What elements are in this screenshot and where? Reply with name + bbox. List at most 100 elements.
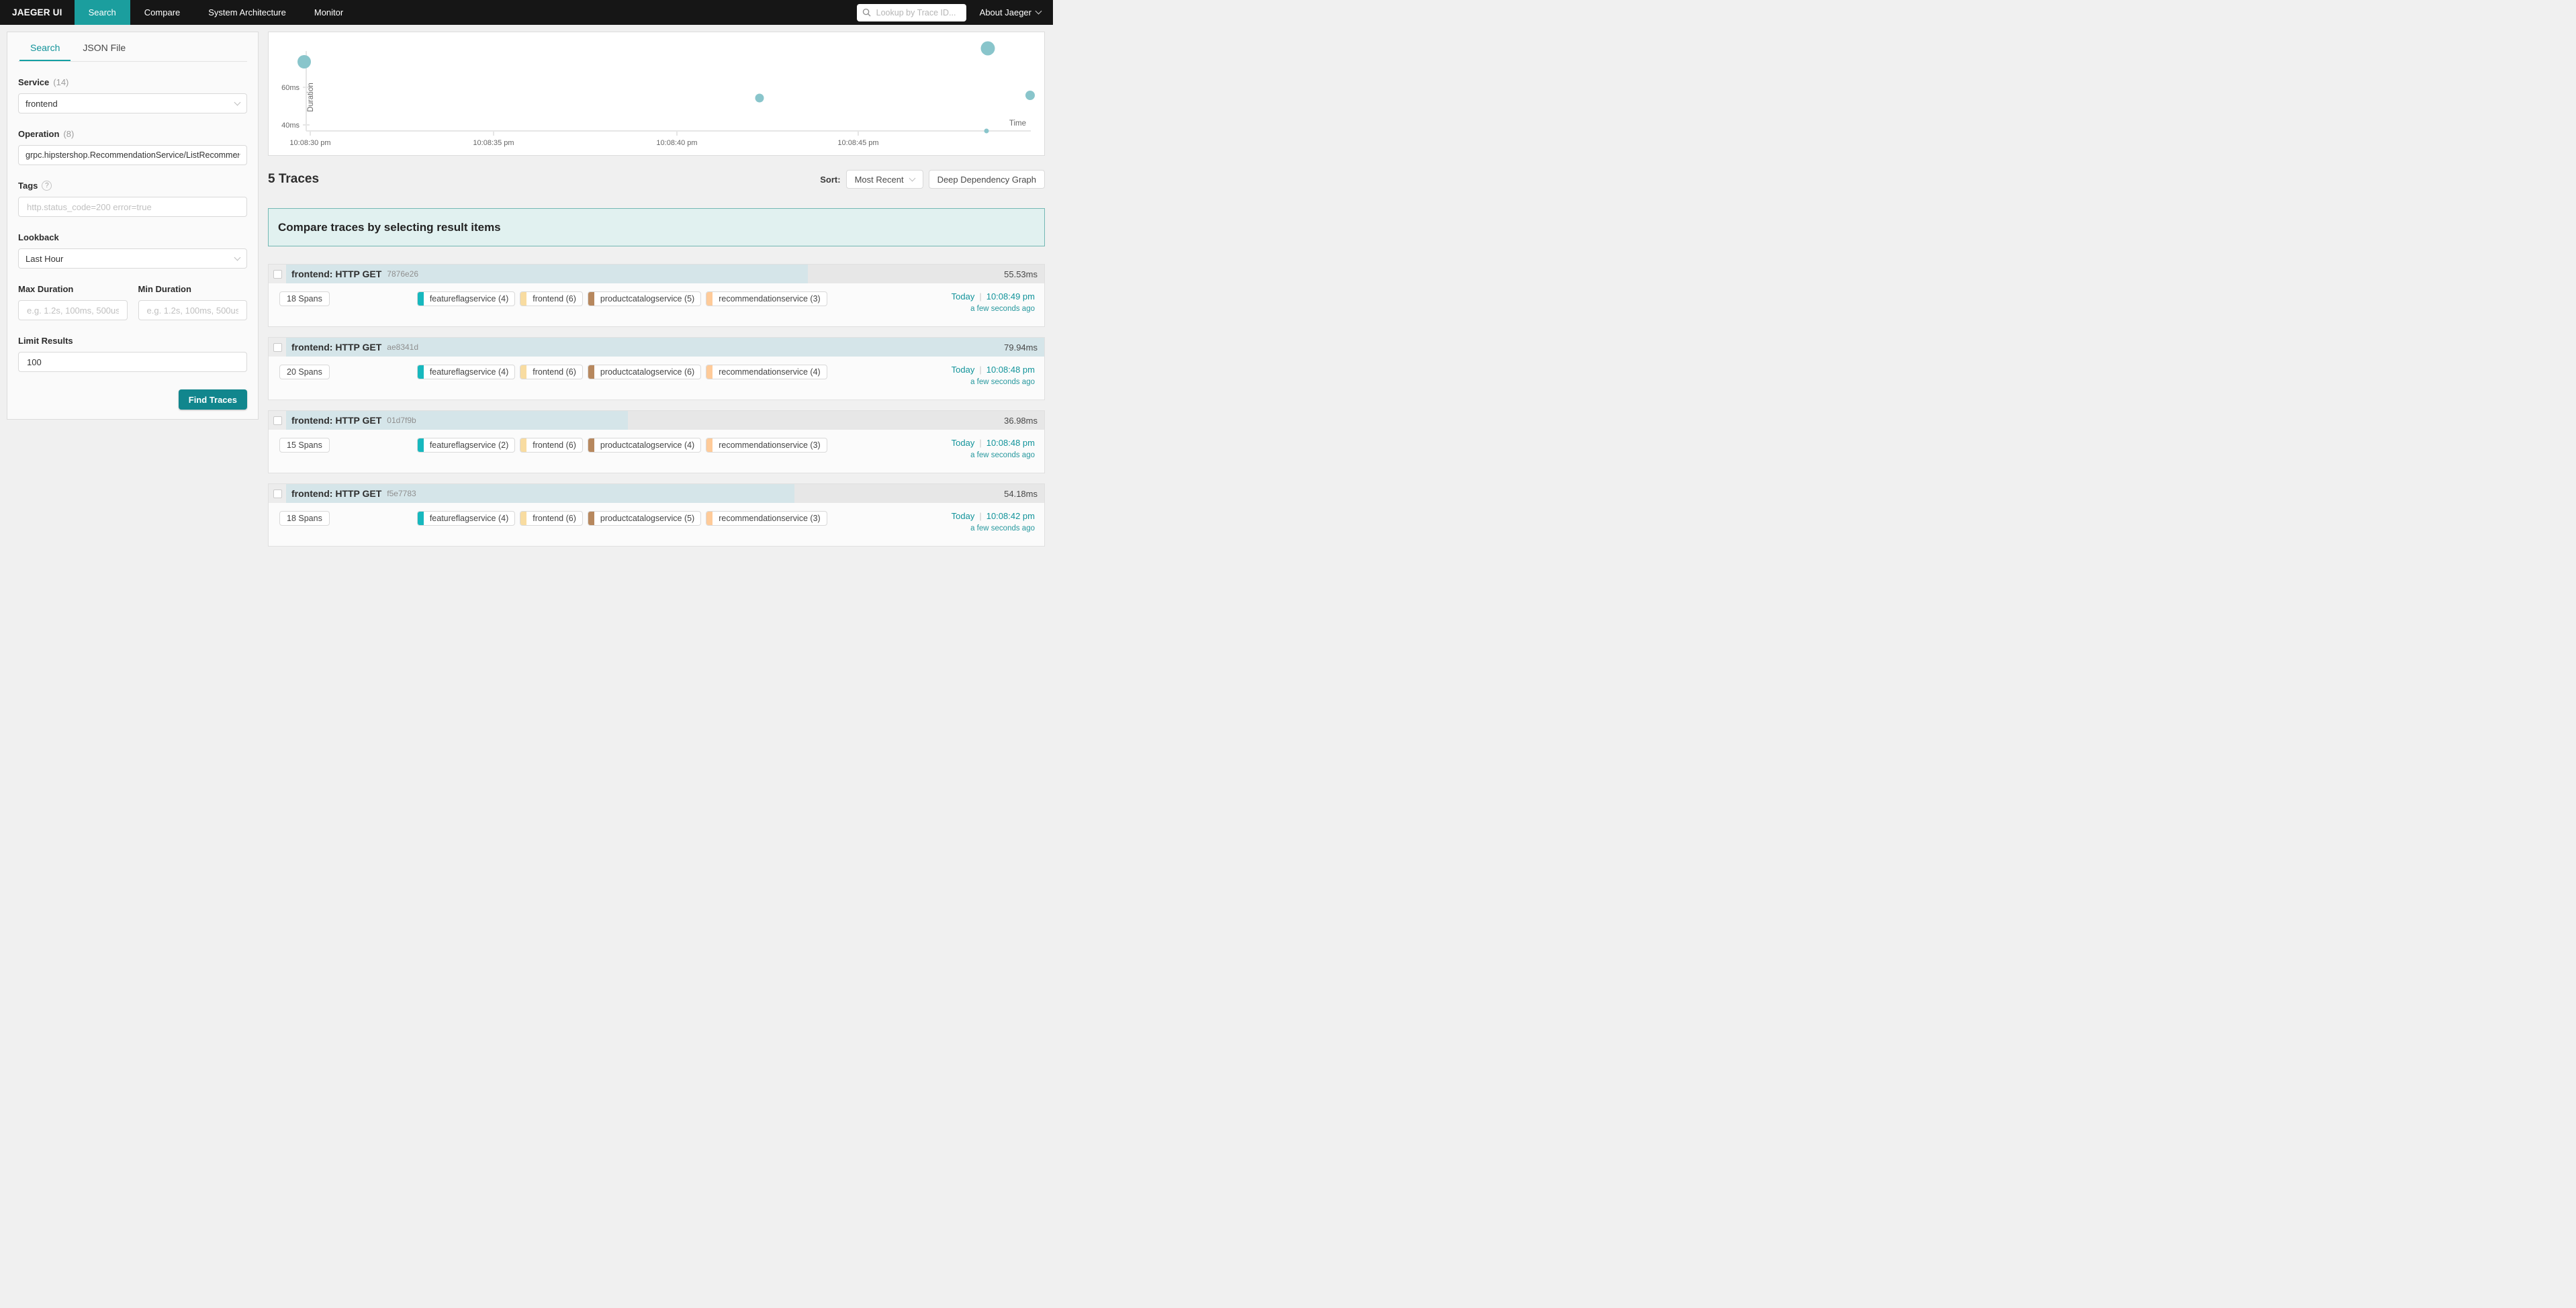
x-tick-label: 10:08:35 pm bbox=[473, 139, 514, 147]
trace-title[interactable]: frontend: HTTP GET7876e26 bbox=[291, 265, 418, 283]
service-tag-label: frontend (6) bbox=[526, 292, 582, 306]
trace-date-link[interactable]: Today bbox=[952, 438, 975, 448]
trace-lookup-input[interactable] bbox=[875, 7, 961, 18]
service-tag-label: recommendationservice (3) bbox=[712, 438, 826, 452]
find-traces-button[interactable]: Find Traces bbox=[179, 389, 247, 410]
service-color-chip bbox=[588, 292, 594, 306]
lookback-select[interactable]: Last Hour bbox=[18, 248, 247, 269]
span-count-pill[interactable]: 18 Spans bbox=[279, 291, 330, 306]
trace-select-checkbox[interactable] bbox=[273, 416, 282, 425]
trace-time-link[interactable]: 10:08:42 pm bbox=[986, 511, 1035, 521]
scatter-point[interactable] bbox=[755, 94, 764, 103]
tags-field[interactable] bbox=[18, 197, 247, 217]
span-count-pill[interactable]: 18 Spans bbox=[279, 511, 330, 526]
span-count-pill[interactable]: 15 Spans bbox=[279, 438, 330, 453]
trace-result-list: frontend: HTTP GET7876e2655.53ms 18 Spans… bbox=[268, 264, 1045, 547]
tags-label: Tags ? bbox=[18, 181, 247, 191]
nav-item-search[interactable]: Search bbox=[75, 0, 130, 25]
service-tag-list: featureflagservice (4) frontend (6) produc… bbox=[417, 511, 952, 526]
service-tag-pill[interactable]: recommendationservice (3) bbox=[706, 438, 827, 453]
tab-search[interactable]: Search bbox=[19, 32, 71, 61]
min-duration-input[interactable] bbox=[146, 305, 240, 316]
service-select[interactable]: frontend bbox=[18, 93, 247, 113]
app-brand[interactable]: JAEGER UI bbox=[0, 0, 75, 25]
service-tag-pill[interactable]: frontend (6) bbox=[520, 511, 583, 526]
checkbox-column bbox=[269, 265, 286, 283]
trace-lookup-box[interactable] bbox=[857, 4, 966, 21]
limit-results-field[interactable] bbox=[18, 352, 247, 372]
scatter-point[interactable] bbox=[981, 42, 995, 56]
span-count-pill[interactable]: 20 Spans bbox=[279, 365, 330, 379]
trace-select-checkbox[interactable] bbox=[273, 489, 282, 498]
service-tag-label: frontend (6) bbox=[526, 365, 582, 379]
help-question-icon[interactable]: ? bbox=[42, 181, 52, 191]
about-jaeger-menu[interactable]: About Jaeger bbox=[980, 7, 1041, 17]
service-tag-label: recommendationservice (4) bbox=[712, 365, 826, 379]
x-axis-label: Time bbox=[1009, 120, 1026, 128]
trace-time-link[interactable]: 10:08:48 pm bbox=[986, 365, 1035, 375]
trace-card-header[interactable]: frontend: HTTP GETf5e778354.18ms bbox=[269, 484, 1044, 503]
trace-time-block: Today|10:08:42 pma few seconds ago bbox=[952, 511, 1038, 532]
service-tag-pill[interactable]: frontend (6) bbox=[520, 291, 583, 306]
tags-input[interactable] bbox=[26, 201, 240, 213]
trace-title[interactable]: frontend: HTTP GETae8341d bbox=[291, 338, 418, 357]
service-tag-pill[interactable]: featureflagservice (4) bbox=[417, 291, 515, 306]
scatter-point[interactable] bbox=[1025, 91, 1035, 100]
operation-select[interactable]: grpc.hipstershop.RecommendationService/L… bbox=[18, 145, 247, 165]
service-tag-pill[interactable]: recommendationservice (4) bbox=[706, 365, 827, 379]
service-tag-pill[interactable]: recommendationservice (3) bbox=[706, 511, 827, 526]
trace-service-operation: frontend: HTTP GET bbox=[291, 342, 381, 353]
trace-date-link[interactable]: Today bbox=[952, 511, 975, 521]
trace-title[interactable]: frontend: HTTP GET01d7f9b bbox=[291, 411, 416, 430]
service-color-chip bbox=[706, 365, 712, 379]
trace-date-link[interactable]: Today bbox=[952, 291, 975, 301]
service-tag-pill[interactable]: productcatalogservice (5) bbox=[588, 511, 701, 526]
service-color-chip bbox=[520, 438, 526, 452]
trace-select-checkbox[interactable] bbox=[273, 270, 282, 279]
duration-scatter-plot[interactable]: 60ms40ms10:08:30 pm10:08:35 pm10:08:40 p… bbox=[268, 32, 1045, 156]
max-duration-input[interactable] bbox=[26, 305, 120, 316]
trace-service-operation: frontend: HTTP GET bbox=[291, 488, 381, 499]
trace-card-header[interactable]: frontend: HTTP GET01d7f9b36.98ms bbox=[269, 411, 1044, 430]
service-tag-pill[interactable]: productcatalogservice (4) bbox=[588, 438, 701, 453]
chevron-down-icon bbox=[234, 99, 241, 105]
service-tag-pill[interactable]: featureflagservice (4) bbox=[417, 511, 515, 526]
trace-time-link[interactable]: 10:08:49 pm bbox=[986, 291, 1035, 301]
service-tag-label: productcatalogservice (4) bbox=[594, 438, 700, 452]
scatter-point[interactable] bbox=[984, 129, 989, 134]
service-tag-pill[interactable]: featureflagservice (2) bbox=[417, 438, 515, 453]
service-tag-pill[interactable]: recommendationservice (3) bbox=[706, 291, 827, 306]
trace-select-checkbox[interactable] bbox=[273, 343, 282, 352]
x-tick-label: 10:08:45 pm bbox=[837, 139, 878, 147]
deep-dependency-graph-button[interactable]: Deep Dependency Graph bbox=[929, 170, 1045, 189]
trace-card-body: 15 Spans featureflagservice (2) frontend (… bbox=[269, 430, 1044, 459]
nav-items: SearchCompareSystem ArchitectureMonitor bbox=[75, 0, 358, 25]
min-duration-label: Min Duration bbox=[138, 284, 248, 294]
service-tag-pill[interactable]: featureflagservice (4) bbox=[417, 365, 515, 379]
nav-item-compare[interactable]: Compare bbox=[130, 0, 194, 25]
scatter-point[interactable] bbox=[297, 55, 311, 68]
trace-card-header[interactable]: frontend: HTTP GETae8341d79.94ms bbox=[269, 338, 1044, 357]
service-tag-label: recommendationservice (3) bbox=[712, 292, 826, 306]
trace-id: f5e7783 bbox=[387, 489, 416, 498]
service-color-chip bbox=[706, 292, 712, 306]
trace-card-header[interactable]: frontend: HTTP GET7876e2655.53ms bbox=[269, 265, 1044, 283]
limit-results-label: Limit Results bbox=[18, 336, 247, 346]
max-duration-field[interactable] bbox=[18, 300, 128, 320]
trace-title[interactable]: frontend: HTTP GET f5e7783 bbox=[291, 484, 416, 503]
limit-results-input[interactable] bbox=[26, 357, 240, 368]
sidebar-tabs: Search JSON File bbox=[18, 32, 247, 62]
nav-item-monitor[interactable]: Monitor bbox=[300, 0, 357, 25]
trace-time-link[interactable]: 10:08:48 pm bbox=[986, 438, 1035, 448]
service-tag-pill[interactable]: productcatalogservice (5) bbox=[588, 291, 701, 306]
sort-select[interactable]: Most Recent bbox=[846, 170, 923, 189]
service-tag-pill[interactable]: frontend (6) bbox=[520, 438, 583, 453]
service-tag-label: recommendationservice (3) bbox=[712, 512, 826, 525]
trace-date-link[interactable]: Today bbox=[952, 365, 975, 375]
service-tag-pill[interactable]: frontend (6) bbox=[520, 365, 583, 379]
y-axis-label: Duration bbox=[307, 83, 315, 111]
tab-json-file[interactable]: JSON File bbox=[72, 32, 136, 61]
service-tag-pill[interactable]: productcatalogservice (6) bbox=[588, 365, 701, 379]
min-duration-field[interactable] bbox=[138, 300, 248, 320]
nav-item-system-architecture[interactable]: System Architecture bbox=[194, 0, 300, 25]
